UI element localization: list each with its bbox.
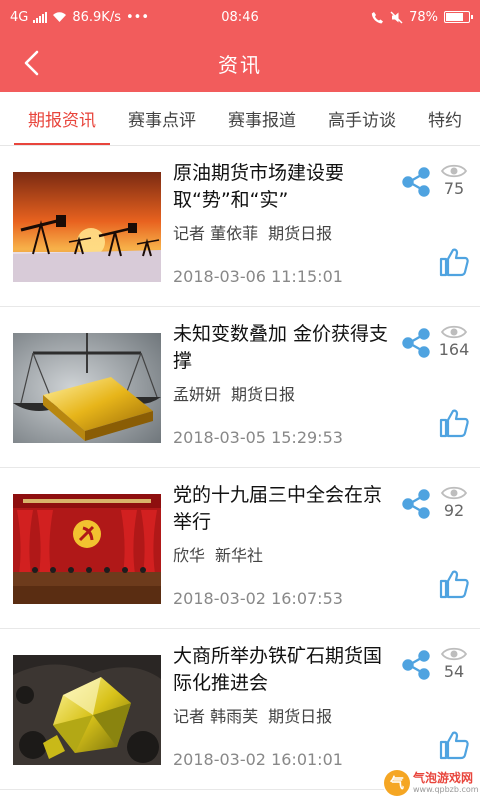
news-date: 2018-03-06 11:15:01: [173, 267, 343, 286]
eye-icon: [440, 325, 468, 339]
news-author: 记者 董依菲: [173, 224, 259, 243]
news-thumbnail-oil[interactable]: [13, 172, 161, 282]
battery-percent: 78%: [409, 9, 438, 25]
watermark-text: 气泡游戏网 www.qpbzb.com: [413, 772, 479, 794]
status-right: 78%: [371, 9, 473, 25]
site-watermark: 气 气泡游戏网 www.qpbzb.com: [384, 766, 480, 800]
news-source: 期货日报: [268, 707, 333, 726]
plenary-hall-image: [13, 494, 161, 604]
news-title[interactable]: 原油期货市场建设要取“势”和“实”: [173, 160, 391, 214]
status-bar: 4G 86.9K/s ••• 08:46 78%: [0, 0, 480, 34]
news-author: 孟妍妍: [173, 385, 222, 404]
news-source: 期货日报: [268, 224, 333, 243]
news-date: 2018-03-02 16:01:01: [173, 750, 343, 769]
status-left: 4G 86.9K/s •••: [10, 10, 149, 25]
news-title[interactable]: 未知变数叠加 金价获得支撑: [173, 321, 391, 375]
news-meta: 记者 韩雨芙 期货日报: [173, 703, 332, 727]
share-icon[interactable]: [400, 166, 432, 198]
news-thumbnail-gold[interactable]: [13, 333, 161, 443]
tab-futures-news[interactable]: 期报资讯: [0, 92, 112, 145]
tab-match-review[interactable]: 赛事点评: [112, 92, 212, 145]
view-count: 92: [443, 501, 465, 520]
network-type: 4G: [10, 9, 29, 25]
tab-match-report[interactable]: 赛事报道: [212, 92, 312, 145]
news-author: 欣华: [173, 546, 206, 565]
mineral-crystal-image: [13, 655, 161, 765]
oil-pumpjack-image: [13, 172, 161, 282]
gold-bar-image: [13, 333, 161, 443]
watermark-logo: 气: [384, 770, 410, 796]
view-count: 54: [443, 662, 465, 681]
category-tabs: 期报资讯 赛事点评 赛事报道 高手访谈 特约: [0, 92, 480, 146]
news-meta: 记者 董依菲 期货日报: [173, 220, 332, 244]
battery-icon: [444, 11, 473, 23]
battery-fill: [446, 13, 464, 21]
watermark-main: 气泡游戏网: [413, 771, 474, 785]
share-icon[interactable]: [400, 327, 432, 359]
eye-icon: [440, 164, 468, 178]
news-title[interactable]: 党的十九届三中全会在京举行: [173, 482, 391, 536]
eye-icon: [440, 647, 468, 661]
news-date: 2018-03-05 15:29:53: [173, 428, 343, 447]
news-title[interactable]: 大商所举办铁矿石期货国际化推进会: [173, 643, 391, 697]
back-button[interactable]: [14, 46, 48, 80]
news-item[interactable]: 党的十九届三中全会在京举行 欣华 新华社 2018-03-02 16:07:53 …: [0, 468, 480, 629]
signal-icon: [33, 11, 48, 23]
network-speed: 86.9K/s: [72, 9, 121, 25]
page-title: 资讯: [218, 52, 262, 77]
news-meta: 孟妍妍 期货日报: [173, 381, 295, 405]
news-meta: 欣华 新华社: [173, 542, 263, 566]
view-count: 75: [443, 179, 465, 198]
tab-expert-interview[interactable]: 高手访谈: [312, 92, 412, 145]
news-date: 2018-03-02 16:07:53: [173, 589, 343, 608]
news-author: 记者 韩雨芙: [173, 707, 259, 726]
share-icon[interactable]: [400, 649, 432, 681]
thumbs-up-icon[interactable]: [438, 407, 470, 439]
news-source: 期货日报: [231, 385, 296, 404]
thumbs-up-icon[interactable]: [438, 729, 470, 761]
news-source: 新华社: [215, 546, 264, 565]
wifi-icon: [53, 12, 67, 22]
news-thumbnail-mineral[interactable]: [13, 655, 161, 765]
news-item[interactable]: 未知变数叠加 金价获得支撑 孟妍妍 期货日报 2018-03-05 15:29:5…: [0, 307, 480, 468]
news-item[interactable]: 原油期货市场建设要取“势”和“实” 记者 董依菲 期货日报 2018-03-06 …: [0, 146, 480, 307]
eye-icon: [440, 486, 468, 500]
tab-special[interactable]: 特约: [412, 92, 478, 145]
top-bar: 4G 86.9K/s ••• 08:46 78% 资讯: [0, 0, 480, 92]
thumbs-up-icon[interactable]: [438, 568, 470, 600]
chevron-left-icon: [24, 50, 39, 76]
watermark-url: www.qpbzb.com: [413, 785, 479, 794]
more-dots: •••: [125, 9, 149, 25]
app-header: 资讯: [0, 34, 480, 92]
thumbs-up-icon[interactable]: [438, 246, 470, 278]
mute-icon: [390, 11, 403, 23]
news-thumbnail-plenary[interactable]: [13, 494, 161, 604]
share-icon[interactable]: [400, 488, 432, 520]
call-icon: [371, 11, 384, 23]
news-list: 原油期货市场建设要取“势”和“实” 记者 董依菲 期货日报 2018-03-06 …: [0, 146, 480, 790]
view-count: 164: [438, 340, 470, 359]
